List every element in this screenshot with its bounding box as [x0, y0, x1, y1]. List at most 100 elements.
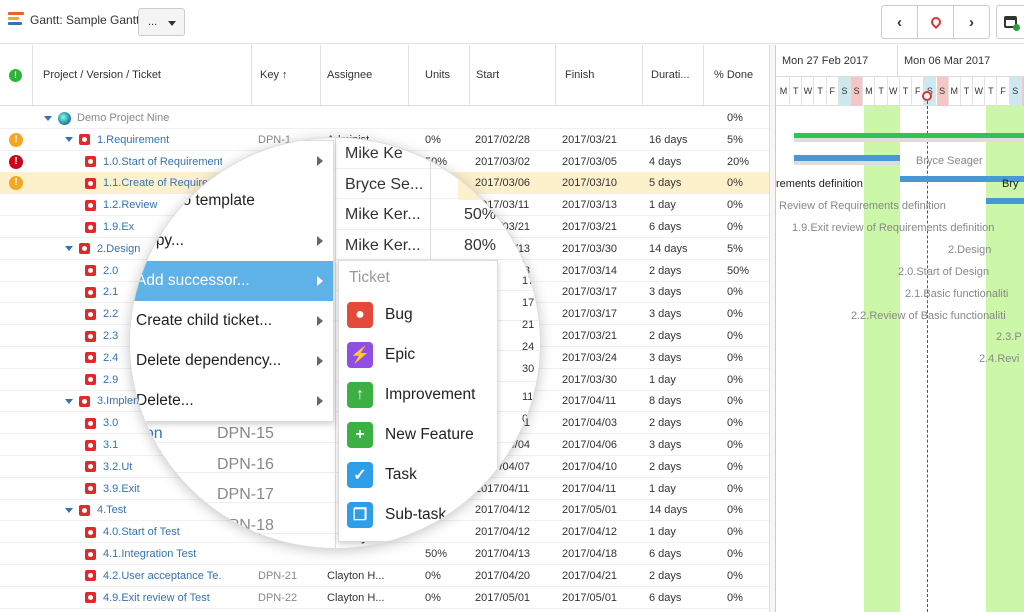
menu-item-add-successor[interactable]: Add successor... — [130, 261, 333, 301]
day-cell: F — [827, 77, 839, 106]
duration-cell: 3 days — [649, 351, 682, 364]
submenu-item-task[interactable]: ✓ Task — [339, 455, 497, 495]
key-cell — [258, 107, 318, 129]
submenu-item-label: Epic — [385, 346, 416, 363]
ticket-name[interactable]: 2.0 — [103, 265, 118, 277]
ticket-name-cell[interactable]: 4.2.User acceptance Te... — [85, 565, 222, 587]
gantt-select-dropdown[interactable]: ... — [138, 8, 185, 36]
bug-icon: ● — [347, 302, 373, 328]
ticket-name[interactable]: 2.2 — [103, 308, 118, 320]
done-cell: 0% — [727, 177, 743, 190]
ticket-name[interactable]: 2.4 — [103, 352, 118, 364]
expand-toggle-icon[interactable] — [65, 137, 73, 143]
bug-type-icon — [79, 395, 90, 407]
duration-cell: 3 days — [649, 308, 682, 321]
lens-assignee: Mike Ke — [345, 145, 403, 162]
finish-cell: 2017/04/06 — [562, 439, 618, 451]
expand-toggle-icon[interactable] — [44, 115, 52, 121]
ticket-name[interactable]: Demo Project Nine — [77, 112, 169, 124]
table-row[interactable]: Demo Project Nine 0% — [0, 107, 769, 129]
menu-item-copy[interactable]: Copy... — [130, 221, 333, 261]
prev-button[interactable]: ‹ — [882, 6, 918, 38]
ticket-name[interactable]: 3.2.Ut — [103, 461, 132, 473]
menu-item-label: Create child ticket... — [136, 312, 273, 329]
info-icon: ! — [9, 69, 22, 82]
assignee-cell[interactable]: Clayton H... — [327, 565, 407, 587]
menu-item-vert-into-template[interactable]: vert into template — [130, 181, 333, 221]
column-finish[interactable]: Finish — [556, 45, 643, 106]
gantt-bar-review[interactable] — [986, 198, 1024, 204]
assignee-cell[interactable] — [327, 107, 407, 129]
duration-cell: 3 days — [649, 286, 682, 299]
day-cell: F — [998, 77, 1010, 106]
ticket-name[interactable]: 4.2.User acceptance Te... — [103, 570, 222, 582]
duration-cell: 4 days — [649, 155, 682, 168]
chevron-right-icon — [317, 396, 323, 406]
gantt-chart: Mon 27 Feb 2017 Mon 06 Mar 2017 MTWTFSSM… — [775, 45, 1024, 612]
ticket-name[interactable]: 3.1 — [103, 439, 118, 451]
menu-item-create-child-ticket[interactable]: Create child ticket... — [130, 301, 333, 341]
column-units[interactable]: Units — [409, 45, 470, 106]
submenu-item-new-feature[interactable]: + New Feature — [339, 415, 497, 455]
submenu-item-sub-task[interactable]: ❐ Sub-task — [339, 495, 497, 535]
ticket-name[interactable]: 2.1 — [103, 286, 118, 298]
finish-cell: 2017/03/05 — [562, 155, 618, 168]
finish-cell: 2017/03/24 — [562, 351, 618, 364]
column-project[interactable]: Project / Version / Ticket — [33, 45, 252, 106]
ticket-name[interactable]: 2.9 — [103, 374, 118, 386]
bug-type-icon — [85, 592, 96, 604]
column-assignee[interactable]: Assignee — [321, 45, 409, 106]
submenu-item-epic[interactable]: ⚡ Epic — [339, 335, 497, 375]
submenu-item-label: Improvement — [385, 386, 476, 403]
menu-item-delete[interactable]: Delete... — [130, 381, 333, 421]
bug-type-icon — [85, 548, 96, 560]
table-row[interactable]: 4.2.User acceptance Te... DPN-21 Clayton H… — [0, 565, 769, 587]
key-cell: DPN-21 — [258, 569, 298, 582]
ticket-name[interactable]: 4.1.Integration Test — [103, 548, 196, 560]
ticket-name[interactable]: 2.3 — [103, 330, 118, 342]
column-done[interactable]: % Done — [704, 45, 769, 106]
expand-toggle-icon[interactable] — [65, 398, 73, 404]
column-start[interactable]: Start — [470, 45, 556, 106]
start-cell — [475, 107, 555, 129]
ticket-name[interactable]: 4.9.Exit review of Test — [103, 592, 210, 604]
ticket-name[interactable]: 3.0 — [103, 417, 118, 429]
table-row[interactable]: 4.9.Exit review of Test DPN-22 Clayton H..… — [0, 587, 769, 609]
menu-item-blank[interactable] — [130, 141, 333, 181]
calendar-settings-button[interactable] — [996, 5, 1024, 39]
expand-toggle-icon[interactable] — [65, 246, 73, 252]
assignee-cell[interactable]: Clayton H... — [327, 587, 407, 609]
calendar-icon — [1004, 16, 1020, 31]
done-cell: 0% — [727, 286, 743, 299]
finish-cell: 2017/04/11 — [562, 395, 617, 408]
gantt-icon — [8, 12, 24, 26]
column-key[interactable]: Key ↑ — [252, 45, 321, 106]
submenu-item-bug[interactable]: ● Bug — [339, 295, 497, 335]
done-cell: 0% — [727, 112, 743, 124]
lens-highlight — [458, 169, 540, 200]
done-cell: 20% — [727, 155, 750, 168]
today-button[interactable] — [918, 6, 954, 38]
done-cell: 0% — [727, 395, 743, 408]
finish-cell: 2017/03/10 — [562, 177, 618, 190]
info-column-header[interactable]: ! — [0, 45, 33, 106]
lens-cover — [477, 138, 540, 167]
menu-item-delete-dependency[interactable]: Delete dependency... — [130, 341, 333, 381]
lens-date-fragment: 18 — [522, 541, 535, 548]
ticket-name-cell[interactable]: Demo Project Nine — [44, 107, 222, 129]
day-cell: T — [961, 77, 973, 106]
next-button[interactable]: › — [954, 6, 989, 38]
day-cell: W — [888, 77, 900, 106]
column-duration[interactable]: Durati... — [643, 45, 704, 106]
today-line — [927, 91, 928, 612]
finish-cell: 2017/05/01 — [562, 504, 618, 517]
ticket-name-cell[interactable]: 4.9.Exit review of Test — [85, 587, 222, 609]
submenu-item-improvement[interactable]: ↑ Improvement — [339, 375, 497, 415]
bug-type-icon — [85, 286, 96, 298]
key-cell: DPN-22 — [258, 591, 298, 604]
duration-cell: 8 days — [649, 395, 682, 408]
expand-toggle-icon[interactable] — [65, 507, 73, 513]
ticket-name[interactable]: 4.Test — [97, 504, 126, 516]
day-header: MTWTFSSMTWTFSSMTWTFSS — [776, 77, 1024, 106]
finish-cell: 2017/03/17 — [562, 308, 618, 321]
